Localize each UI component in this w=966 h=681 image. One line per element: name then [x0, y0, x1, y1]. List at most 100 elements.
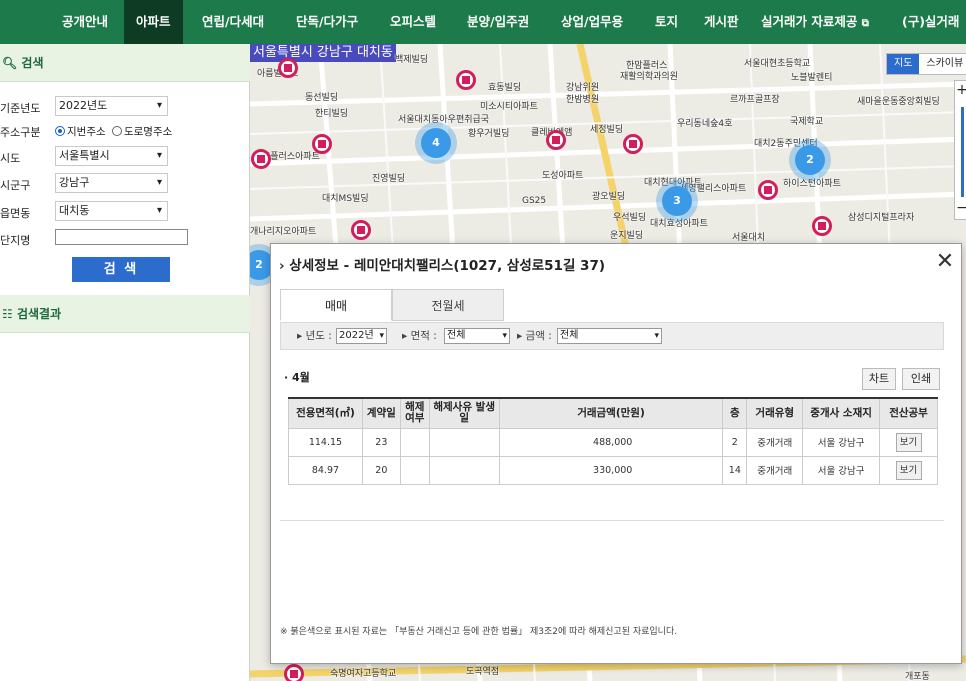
- table-row: 84.97 20 330,000 14 중개거래 서울 강남구 보기: [288, 455, 938, 485]
- map-label: 효동빌딩: [488, 83, 522, 93]
- external-link-icon: ⧉: [861, 18, 869, 29]
- search-title: 검색: [21, 56, 44, 70]
- zoom-control: + −: [954, 80, 966, 220]
- map-label: 서울대현초등학교: [744, 59, 811, 69]
- address-type-group: 지번주소 도로명주소: [55, 124, 172, 139]
- search-icon: 🔍︎: [2, 56, 18, 70]
- apartment-pin[interactable]: [278, 58, 298, 78]
- year-select[interactable]: 2022년도 ▾: [55, 96, 168, 116]
- map-label: 운지빌딩: [610, 231, 644, 241]
- column-header: 전용면적(㎡): [288, 397, 363, 429]
- tab-sale[interactable]: 매매: [280, 289, 392, 321]
- year-filter-label: ▸ 년도 :: [297, 330, 332, 342]
- cell-contract-day: 23: [361, 427, 401, 457]
- area-filter-select[interactable]: 전체 ▾: [444, 328, 510, 344]
- apartment-pin[interactable]: [546, 130, 566, 150]
- cell-cancelled: [399, 455, 430, 485]
- radio-road-label: 도로명주소: [123, 126, 173, 138]
- dialog-title: › 상세정보 - 레미안대치팰리스(1027, 삼성로51길 37): [279, 254, 605, 274]
- nav-item-rowhouse[interactable]: 연립/다세대: [202, 0, 264, 44]
- radio-jibun[interactable]: 지번주소: [55, 126, 106, 138]
- cell-deal-type: 중개거래: [746, 455, 804, 485]
- dialog-title-text: 상세정보 - 레미안대치팰리스(1027, 삼성로51길 37): [289, 258, 606, 274]
- search-button[interactable]: 검 색: [72, 257, 170, 282]
- nav-item-officetel[interactable]: 오피스텔: [390, 0, 436, 44]
- nav-item-data-provision[interactable]: 실거래가 자료제공 ⧉: [761, 0, 869, 44]
- tab-lease[interactable]: 전월세: [392, 289, 504, 321]
- zoom-out-button[interactable]: −: [955, 199, 966, 217]
- map-label: 재활의학과의원: [620, 72, 678, 82]
- map-label: 하이스턴아파트: [783, 179, 841, 189]
- nav-item-legacy[interactable]: (구)실거래: [902, 0, 959, 44]
- chart-button[interactable]: 차트: [862, 368, 896, 390]
- map-type-map-button[interactable]: 지도: [887, 54, 920, 74]
- complex-input[interactable]: [55, 229, 188, 245]
- map-label: 광오빌딩: [592, 192, 626, 202]
- month-heading: · 4월: [284, 371, 310, 384]
- column-header: 층: [722, 397, 748, 429]
- cell-records: 보기: [879, 455, 938, 485]
- map-type-toggle: 지도 스카이뷰: [886, 53, 966, 75]
- area-filter-label: ▸ 면적 :: [402, 330, 437, 342]
- year-filter-value: 2022년: [339, 330, 374, 341]
- map-label: 한티빌딩: [315, 109, 349, 119]
- cluster-marker[interactable]: 2: [795, 145, 825, 175]
- map-label: 진영빌딩: [372, 174, 406, 184]
- amount-filter-value: 전체: [560, 330, 579, 341]
- nav-item-detached[interactable]: 단독/다가구: [296, 0, 358, 44]
- view-button[interactable]: 보기: [895, 460, 922, 480]
- view-button[interactable]: 보기: [895, 432, 922, 452]
- table-header-row: 전용면적(㎡) 계약일 해제 여부 해제사유 발생일 거래금액(만원) 층 거래…: [288, 397, 938, 429]
- column-header: 중개사 소재지: [802, 397, 881, 429]
- year-label: 기준년도: [0, 102, 41, 115]
- zoom-in-button[interactable]: +: [955, 81, 966, 99]
- transaction-table: 전용면적(㎡) 계약일 해제 여부 해제사유 발생일 거래금액(만원) 층 거래…: [288, 397, 938, 485]
- apartment-pin[interactable]: [758, 180, 778, 200]
- cluster-marker[interactable]: 3: [662, 186, 692, 216]
- nav-item-notice[interactable]: 공개안내: [62, 0, 108, 44]
- nav-item-apartment[interactable]: 아파트: [124, 0, 183, 44]
- nav-item-commercial[interactable]: 상업/업무용: [561, 0, 623, 44]
- column-header: 전산공부: [879, 397, 938, 429]
- sigungu-select[interactable]: 강남구 ▾: [55, 173, 168, 193]
- apartment-pin[interactable]: [251, 149, 271, 169]
- search-panel: 🔍︎ 검색 기준년도 2022년도 ▾ 주소구분 지번주소 도로명주소 시도 서…: [0, 44, 250, 681]
- zoom-slider[interactable]: [961, 107, 964, 197]
- sido-select[interactable]: 서울특별시 ▾: [55, 146, 168, 166]
- nav-item-land[interactable]: 토지: [655, 0, 678, 44]
- nav-item-presale[interactable]: 분양/입주권: [467, 0, 529, 44]
- apartment-pin[interactable]: [351, 220, 371, 240]
- detail-dialog: › 상세정보 - 레미안대치팰리스(1027, 삼성로51길 37) ✕ 매매 …: [270, 243, 962, 664]
- cell-cancel-date: [428, 427, 500, 457]
- column-header: 해제 여부: [399, 397, 430, 429]
- cell-floor: 2: [722, 427, 748, 457]
- apartment-pin[interactable]: [456, 70, 476, 90]
- map-type-sky-button[interactable]: 스카이뷰: [919, 54, 966, 74]
- complex-label: 단지명: [0, 234, 31, 247]
- cell-amount: 488,000: [498, 427, 724, 457]
- cell-records: 보기: [879, 427, 938, 457]
- radio-road[interactable]: 도로명주소: [111, 126, 173, 138]
- cell-contract-day: 20: [361, 455, 401, 485]
- column-header: 거래유형: [746, 397, 804, 429]
- dong-select-value: 대치동: [59, 204, 90, 217]
- amount-filter-select[interactable]: 전체 ▾: [557, 328, 662, 344]
- cluster-marker[interactable]: 4: [421, 128, 451, 158]
- apartment-pin[interactable]: [812, 216, 832, 236]
- nav-item-board[interactable]: 게시판: [704, 0, 739, 44]
- region-title: 서울특별시 강남구 대치동: [250, 44, 396, 62]
- map-label: 대치MS빌딩: [322, 194, 369, 204]
- dong-select[interactable]: 대치동 ▾: [55, 201, 168, 221]
- year-filter-select[interactable]: 2022년 ▾: [336, 328, 387, 344]
- chevron-down-icon: ▾: [502, 331, 507, 341]
- top-navigation: 공개안내 아파트 연립/다세대 단독/다가구 오피스텔 분양/입주권 상업/업무…: [0, 0, 966, 44]
- amount-filter-label: ▸ 금액 :: [517, 330, 552, 342]
- apartment-pin[interactable]: [623, 134, 643, 154]
- print-button[interactable]: 인쇄: [902, 368, 940, 390]
- apartment-pin[interactable]: [284, 664, 304, 681]
- column-header: 계약일: [361, 397, 401, 429]
- apartment-pin[interactable]: [312, 134, 332, 154]
- cell-cancelled: [399, 427, 430, 457]
- sido-select-value: 서울특별시: [59, 149, 110, 162]
- close-button[interactable]: ✕: [933, 248, 957, 276]
